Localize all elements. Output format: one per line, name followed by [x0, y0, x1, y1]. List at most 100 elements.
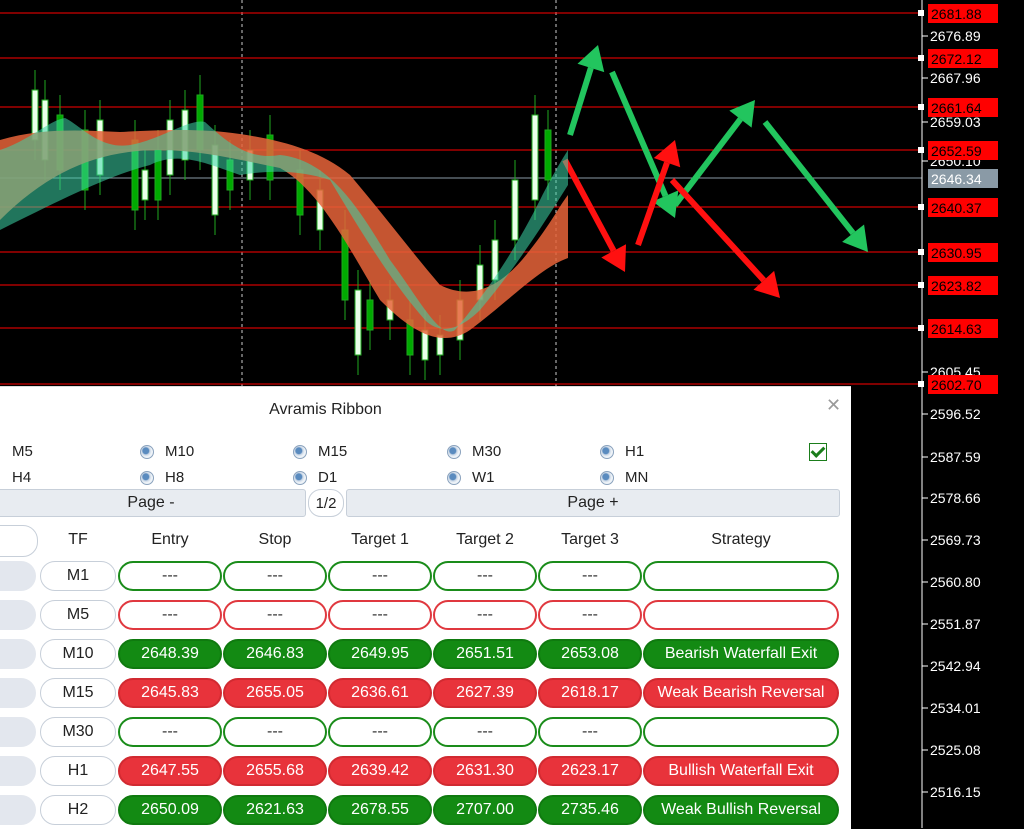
entry-cell: 2650.09: [118, 795, 222, 825]
row-select-cell[interactable]: [0, 600, 36, 630]
tf-cell: M15: [40, 678, 116, 708]
axis-tick-label: 2551.87: [930, 616, 981, 632]
price-tag-label: 2661.64: [931, 100, 982, 116]
strategy-cell: Bearish Waterfall Exit: [643, 639, 839, 669]
col-header-stop: Stop: [258, 531, 292, 548]
candle-body: [491, 239, 499, 281]
stop-cell: 2621.63: [223, 795, 327, 825]
strategy-cell: [643, 717, 839, 747]
entry-cell: ---: [118, 717, 222, 747]
price-tag-label: 2623.82: [931, 278, 982, 294]
tf-option-m30[interactable]: M30: [472, 443, 501, 460]
target2-cell: 2651.51: [433, 639, 537, 669]
tf-option-w1[interactable]: W1: [472, 469, 495, 486]
radio-icon[interactable]: [600, 471, 614, 485]
strategy-cell: Weak Bullish Reversal: [643, 795, 839, 825]
candle-body: [436, 334, 444, 356]
current-price-label: 2646.34: [931, 171, 982, 187]
row-select-cell[interactable]: [0, 756, 36, 786]
price-tag-label: 2681.88: [931, 6, 982, 22]
axis-tick-label: 2516.15: [930, 784, 981, 800]
target3-cell: 2653.08: [538, 639, 642, 669]
stop-cell: 2655.68: [223, 756, 327, 786]
tag-marker: [918, 147, 924, 153]
tag-marker: [918, 381, 924, 387]
avramis-ribbon-panel: Avramis Ribbon ✕ M5 M10 M15 M30 H1 H4 H8…: [0, 386, 851, 829]
candle-body: [544, 129, 552, 181]
target1-cell: ---: [328, 561, 432, 591]
tf-option-m15[interactable]: M15: [318, 443, 347, 460]
target3-cell: 2735.46: [538, 795, 642, 825]
target1-cell: 2678.55: [328, 795, 432, 825]
target1-cell: 2639.42: [328, 756, 432, 786]
page-prev-button[interactable]: Page -: [0, 489, 306, 517]
target1-cell: 2649.95: [328, 639, 432, 669]
price-tag-label: 2602.70: [931, 377, 982, 393]
radio-icon[interactable]: [447, 445, 461, 459]
price-tag-label: 2614.63: [931, 321, 982, 337]
col-header-target1: Target 1: [351, 531, 409, 548]
radio-icon[interactable]: [140, 471, 154, 485]
candle-body: [366, 299, 374, 331]
target2-cell: ---: [433, 561, 537, 591]
candle-body: [531, 114, 539, 201]
axis-tick-label: 2676.89: [930, 28, 981, 44]
axis-tick-label: 2542.94: [930, 658, 981, 674]
candle-body: [354, 289, 362, 356]
strategy-cell: Bullish Waterfall Exit: [643, 756, 839, 786]
tag-marker: [918, 282, 924, 288]
target3-cell: ---: [538, 561, 642, 591]
axis-tick-label: 2667.96: [930, 70, 981, 86]
col-header-target2: Target 2: [456, 531, 514, 548]
stop-cell: ---: [223, 600, 327, 630]
entry-cell: 2648.39: [118, 639, 222, 669]
target3-cell: ---: [538, 600, 642, 630]
target1-cell: ---: [328, 600, 432, 630]
radio-icon[interactable]: [447, 471, 461, 485]
axis-tick-label: 2569.73: [930, 532, 981, 548]
stop-cell: 2655.05: [223, 678, 327, 708]
tf-option-m10[interactable]: M10: [165, 443, 194, 460]
header-left-cell: [0, 525, 38, 557]
tf-cell: M10: [40, 639, 116, 669]
row-select-cell[interactable]: [0, 561, 36, 591]
radio-icon[interactable]: [293, 471, 307, 485]
page-indicator: 1/2: [308, 489, 344, 517]
tag-marker: [918, 249, 924, 255]
axis-tick-label: 2587.59: [930, 449, 981, 465]
tf-option-h1[interactable]: H1: [625, 443, 644, 460]
tag-marker: [918, 55, 924, 61]
row-select-cell[interactable]: [0, 717, 36, 747]
entry-cell: 2647.55: [118, 756, 222, 786]
entry-cell: 2645.83: [118, 678, 222, 708]
page-next-button[interactable]: Page +: [346, 489, 840, 517]
row-select-cell[interactable]: [0, 678, 36, 708]
axis-tick-label: 2596.52: [930, 406, 981, 422]
candle-body: [511, 179, 519, 241]
tf-cell: M1: [40, 561, 116, 591]
radio-icon[interactable]: [140, 445, 154, 459]
entry-cell: ---: [118, 561, 222, 591]
col-header-tf: TF: [68, 531, 88, 548]
row-select-cell[interactable]: [0, 639, 36, 669]
target2-cell: 2631.30: [433, 756, 537, 786]
stop-cell: 2646.83: [223, 639, 327, 669]
tf-option-mn[interactable]: MN: [625, 469, 648, 486]
strategy-cell: [643, 561, 839, 591]
tf-option-h8[interactable]: H8: [165, 469, 184, 486]
tf-option-h4[interactable]: H4: [12, 469, 31, 486]
close-icon[interactable]: ✕: [826, 395, 841, 416]
tf-cell: M5: [40, 600, 116, 630]
radio-icon[interactable]: [293, 445, 307, 459]
target2-cell: 2627.39: [433, 678, 537, 708]
checkbox-checked-icon[interactable]: [809, 443, 827, 461]
entry-cell: ---: [118, 600, 222, 630]
tf-cell: M30: [40, 717, 116, 747]
tf-option-d1[interactable]: D1: [318, 469, 337, 486]
radio-icon[interactable]: [600, 445, 614, 459]
row-select-cell[interactable]: [0, 795, 36, 825]
target3-cell: 2623.17: [538, 756, 642, 786]
stop-cell: ---: [223, 717, 327, 747]
tag-marker: [918, 325, 924, 331]
tf-option-m5[interactable]: M5: [12, 443, 33, 460]
